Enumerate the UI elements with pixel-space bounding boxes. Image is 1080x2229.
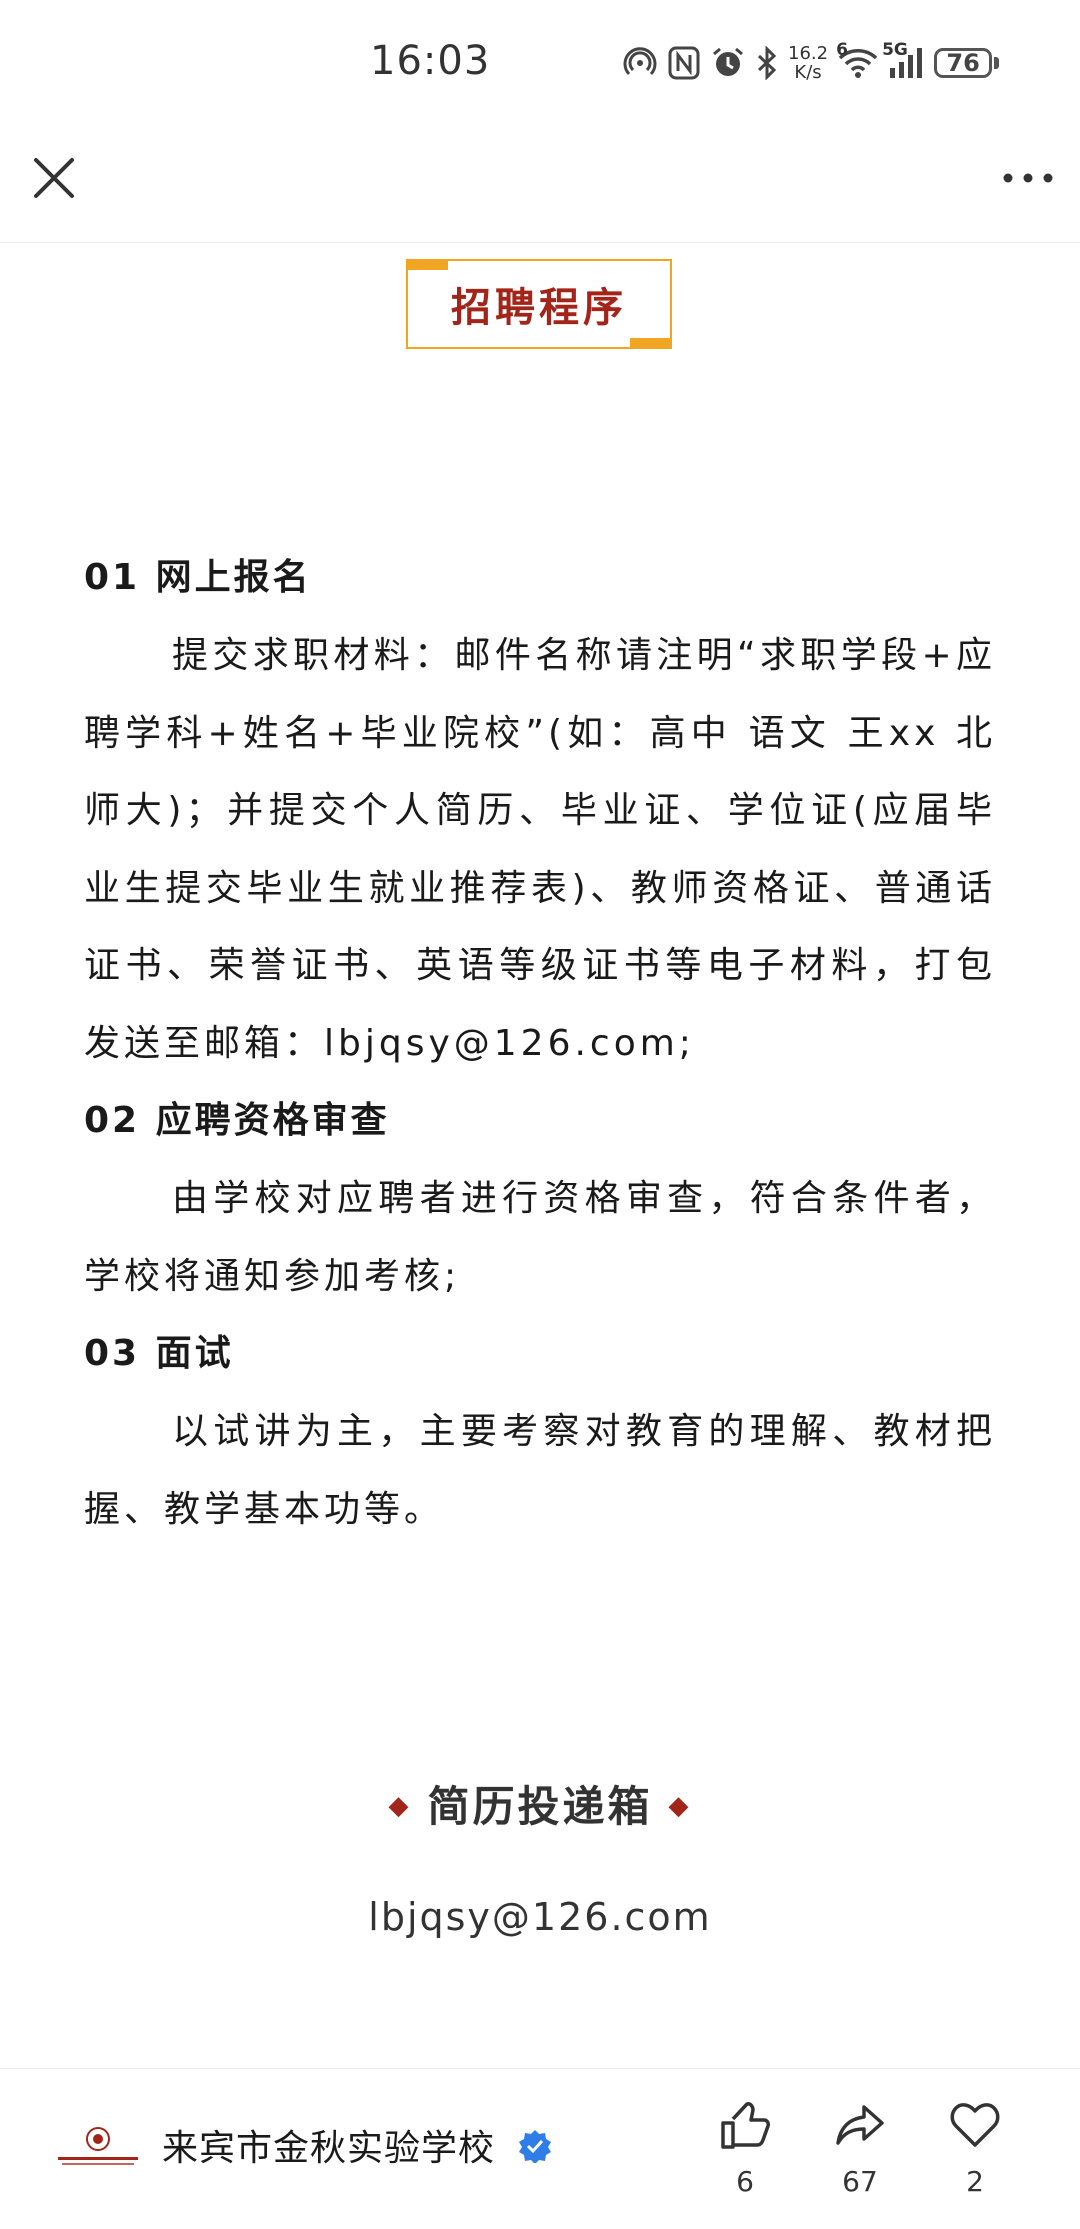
wifi-label: 6 <box>836 40 848 60</box>
step-body: 提交求职材料：邮件名称请注明“求职学段+应聘学科+姓名+毕业院校”(如：高中 语… <box>84 635 996 1064</box>
step-title: 02 应聘资格审查 <box>84 1100 390 1141</box>
steps-list: 01 网上报名 提交求职材料：邮件名称请注明“求职学段+应聘学科+姓名+毕业院校… <box>84 539 996 1548</box>
status-bar: 16:03 16.2 K/s 6 5G 76 <box>0 0 1080 130</box>
step-title: 03 面试 <box>84 1333 234 1374</box>
diamond-icon: ◆ <box>388 1790 412 1821</box>
step-body: 由学校对应聘者进行资格审查，符合条件者，学校将通知参加考核; <box>84 1178 996 1297</box>
like-button[interactable]: 6 <box>700 2097 790 2198</box>
net-speed-value: 16.2 <box>788 43 829 64</box>
share-count: 67 <box>842 2165 878 2198</box>
heart-icon <box>950 2103 1000 2147</box>
section-title-box: 招聘程序 <box>406 259 672 349</box>
status-icons: 16.2 K/s 6 5G 76 <box>622 40 1000 86</box>
school-logo[interactable] <box>56 2125 140 2169</box>
share-icon <box>836 2105 884 2145</box>
battery-level: 76 <box>946 49 980 77</box>
step-item: 01 网上报名 提交求职材料：邮件名称请注明“求职学段+应聘学科+姓名+毕业院校… <box>84 539 996 1082</box>
more-button[interactable] <box>998 158 1058 198</box>
favorite-count: 2 <box>966 2165 984 2198</box>
battery-icon: 76 <box>934 48 1000 78</box>
mailbox-title: ◆ 简历投递箱 ◆ <box>0 1773 1080 1834</box>
mailbox-title-text: 简历投递箱 <box>427 1782 653 1831</box>
school-name[interactable]: 来宾市金秋实验学校 <box>162 2119 495 2171</box>
bottom-bar: 来宾市金秋实验学校 6 67 2 <box>0 2068 1080 2229</box>
signal-icon: 5G <box>882 40 924 80</box>
step-item: 03 面试 以试讲为主，主要考察对教育的理解、教材把握、教学基本功等。 <box>84 1315 996 1548</box>
wifi-icon: 6 <box>836 40 878 80</box>
bluetooth-icon <box>756 46 778 80</box>
status-time: 16:03 <box>370 38 491 84</box>
step-item: 02 应聘资格审查 由学校对应聘者进行资格审查，符合条件者，学校将通知参加考核; <box>84 1082 996 1315</box>
favorite-button[interactable]: 2 <box>930 2097 1020 2198</box>
mailbox-email[interactable]: lbjqsy@126.com <box>0 1895 1080 1939</box>
net-speed-unit: K/s <box>794 62 822 83</box>
like-count: 6 <box>736 2165 754 2198</box>
signal-label: 5G <box>882 40 908 60</box>
close-icon <box>34 158 74 198</box>
verified-icon <box>518 2129 552 2164</box>
corner-decoration <box>630 338 672 349</box>
net-speed: 16.2 K/s <box>788 44 828 82</box>
corner-decoration <box>406 259 448 270</box>
diamond-icon: ◆ <box>668 1790 692 1821</box>
top-nav <box>0 130 1080 243</box>
thumbs-up-icon <box>721 2102 770 2149</box>
alarm-icon <box>710 45 746 81</box>
step-body: 以试讲为主，主要考察对教育的理解、教材把握、教学基本功等。 <box>84 1411 996 1530</box>
nfc-icon <box>668 46 700 80</box>
close-button[interactable] <box>26 150 82 206</box>
step-title: 01 网上报名 <box>84 557 312 598</box>
more-icon <box>1003 173 1053 183</box>
section-title: 招聘程序 <box>451 285 627 331</box>
hotspot-icon <box>622 45 658 81</box>
share-button[interactable]: 67 <box>815 2097 905 2198</box>
